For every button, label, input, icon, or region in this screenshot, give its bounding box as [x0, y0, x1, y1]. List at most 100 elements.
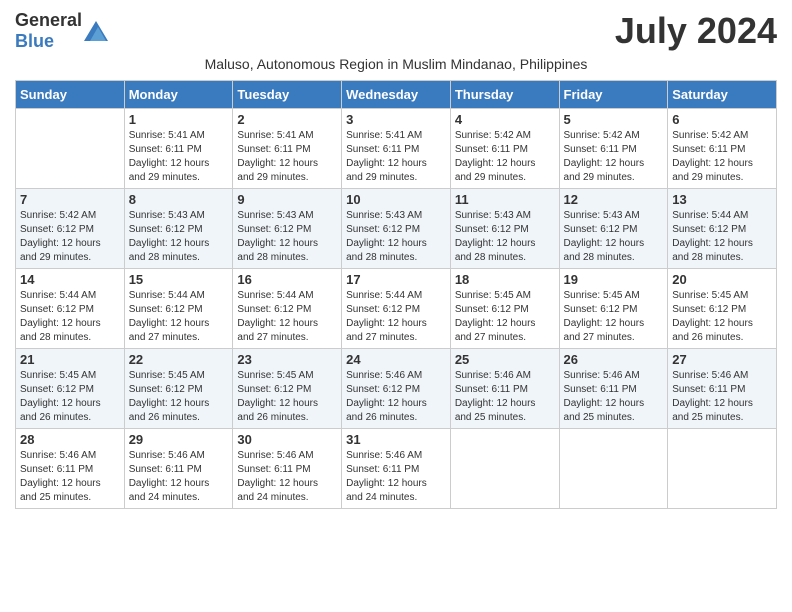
weekday-header-row: SundayMondayTuesdayWednesdayThursdayFrid… — [16, 81, 777, 109]
day-number: 20 — [672, 272, 772, 287]
calendar-cell: 9Sunrise: 5:43 AMSunset: 6:12 PMDaylight… — [233, 189, 342, 269]
day-number: 6 — [672, 112, 772, 127]
day-info: Sunrise: 5:41 AMSunset: 6:11 PMDaylight:… — [237, 129, 337, 185]
day-number: 30 — [237, 432, 337, 447]
week-row-5: 28 Sunrise: 5:46 AMSunset: 6:11 PMDayligh… — [16, 429, 777, 509]
day-info: Sunrise: 5:45 AMSunset: 6:12 PMDaylight:… — [237, 369, 337, 425]
calendar-cell: 28 Sunrise: 5:46 AMSunset: 6:11 PMDayligh… — [16, 429, 125, 509]
calendar-cell: 31Sunrise: 5:46 AMSunset: 6:11 PMDayligh… — [342, 429, 451, 509]
weekday-header-wednesday: Wednesday — [342, 81, 451, 109]
week-row-4: 21 Sunrise: 5:45 AMSunset: 6:12 PMDayligh… — [16, 349, 777, 429]
calendar-cell: 1Sunrise: 5:41 AMSunset: 6:11 PMDaylight… — [124, 109, 233, 189]
logo-text: General Blue — [15, 10, 82, 52]
calendar-cell: 6 Sunrise: 5:42 AMSunset: 6:11 PMDaylight… — [668, 109, 777, 189]
logo: General Blue — [15, 10, 108, 52]
week-row-2: 7 Sunrise: 5:42 AMSunset: 6:12 PMDaylight… — [16, 189, 777, 269]
calendar-cell: 2 Sunrise: 5:41 AMSunset: 6:11 PMDaylight… — [233, 109, 342, 189]
day-info: Sunrise: 5:46 AMSunset: 6:12 PMDaylight:… — [346, 369, 446, 425]
weekday-header-saturday: Saturday — [668, 81, 777, 109]
day-info: Sunrise: 5:41 AMSunset: 6:11 PMDaylight:… — [346, 129, 446, 185]
calendar-cell: 24 Sunrise: 5:46 AMSunset: 6:12 PMDayligh… — [342, 349, 451, 429]
calendar-cell: 17Sunrise: 5:44 AMSunset: 6:12 PMDayligh… — [342, 269, 451, 349]
calendar-cell: 13 Sunrise: 5:44 AMSunset: 6:12 PMDayligh… — [668, 189, 777, 269]
calendar-cell: 5 Sunrise: 5:42 AMSunset: 6:11 PMDaylight… — [559, 109, 668, 189]
day-info: Sunrise: 5:45 AMSunset: 6:12 PMDaylight:… — [564, 289, 664, 345]
calendar-cell: 23Sunrise: 5:45 AMSunset: 6:12 PMDayligh… — [233, 349, 342, 429]
calendar-cell: 21 Sunrise: 5:45 AMSunset: 6:12 PMDayligh… — [16, 349, 125, 429]
calendar-cell — [668, 429, 777, 509]
weekday-header-thursday: Thursday — [450, 81, 559, 109]
day-info: Sunrise: 5:46 AMSunset: 6:11 PMDaylight:… — [346, 449, 446, 505]
day-number: 26 — [564, 352, 664, 367]
day-number: 28 — [20, 432, 120, 447]
week-row-1: 1 Sunrise: 5:41 AMSunset: 6:11 PMDaylight… — [16, 109, 777, 189]
day-number: 24 — [346, 352, 446, 367]
day-number: 7 — [20, 192, 120, 207]
day-number: 29 — [129, 432, 229, 447]
header: General Blue July 2024 — [15, 10, 777, 52]
day-number: 1 — [129, 112, 229, 127]
day-number: 11 — [455, 192, 555, 207]
day-info: Sunrise: 5:45 AMSunset: 6:12 PMDaylight:… — [672, 289, 772, 345]
day-number: 2 — [237, 112, 337, 127]
day-info: Sunrise: 5:43 AMSunset: 6:12 PMDaylight:… — [346, 209, 446, 265]
weekday-header-monday: Monday — [124, 81, 233, 109]
day-number: 5 — [564, 112, 664, 127]
day-info: Sunrise: 5:45 AMSunset: 6:12 PMDaylight:… — [455, 289, 555, 345]
calendar-cell: 30 Sunrise: 5:46 AMSunset: 6:11 PMDayligh… — [233, 429, 342, 509]
calendar-cell: 20 Sunrise: 5:45 AMSunset: 6:12 PMDayligh… — [668, 269, 777, 349]
calendar-cell: 18Sunrise: 5:45 AMSunset: 6:12 PMDayligh… — [450, 269, 559, 349]
day-info: Sunrise: 5:43 AMSunset: 6:12 PMDaylight:… — [129, 209, 229, 265]
calendar-cell: 25Sunrise: 5:46 AMSunset: 6:11 PMDayligh… — [450, 349, 559, 429]
weekday-header-sunday: Sunday — [16, 81, 125, 109]
day-number: 21 — [20, 352, 120, 367]
day-info: Sunrise: 5:46 AMSunset: 6:11 PMDaylight:… — [20, 449, 120, 505]
calendar-cell — [450, 429, 559, 509]
day-number: 16 — [237, 272, 337, 287]
logo-general: General — [15, 10, 82, 30]
calendar-cell: 4 Sunrise: 5:42 AMSunset: 6:11 PMDaylight… — [450, 109, 559, 189]
day-number: 27 — [672, 352, 772, 367]
calendar-cell: 26Sunrise: 5:46 AMSunset: 6:11 PMDayligh… — [559, 349, 668, 429]
day-info: Sunrise: 5:42 AMSunset: 6:11 PMDaylight:… — [672, 129, 772, 185]
calendar-cell: 11 Sunrise: 5:43 AMSunset: 6:12 PMDayligh… — [450, 189, 559, 269]
day-info: Sunrise: 5:42 AMSunset: 6:12 PMDaylight:… — [20, 209, 120, 265]
logo-icon — [84, 21, 108, 41]
calendar-cell: 19Sunrise: 5:45 AMSunset: 6:12 PMDayligh… — [559, 269, 668, 349]
day-number: 8 — [129, 192, 229, 207]
day-number: 15 — [129, 272, 229, 287]
day-number: 10 — [346, 192, 446, 207]
day-info: Sunrise: 5:42 AMSunset: 6:11 PMDaylight:… — [455, 129, 555, 185]
day-number: 4 — [455, 112, 555, 127]
subtitle: Maluso, Autonomous Region in Muslim Mind… — [15, 56, 777, 72]
calendar-cell: 12Sunrise: 5:43 AMSunset: 6:12 PMDayligh… — [559, 189, 668, 269]
day-info: Sunrise: 5:46 AMSunset: 6:11 PMDaylight:… — [237, 449, 337, 505]
calendar-cell: 10 Sunrise: 5:43 AMSunset: 6:12 PMDayligh… — [342, 189, 451, 269]
logo-blue: Blue — [15, 31, 54, 51]
day-number: 25 — [455, 352, 555, 367]
month-title: July 2024 — [615, 10, 777, 52]
day-info: Sunrise: 5:44 AMSunset: 6:12 PMDaylight:… — [237, 289, 337, 345]
day-number: 22 — [129, 352, 229, 367]
day-info: Sunrise: 5:46 AMSunset: 6:11 PMDaylight:… — [672, 369, 772, 425]
day-number: 9 — [237, 192, 337, 207]
calendar-cell: 3 Sunrise: 5:41 AMSunset: 6:11 PMDaylight… — [342, 109, 451, 189]
weekday-header-friday: Friday — [559, 81, 668, 109]
day-info: Sunrise: 5:45 AMSunset: 6:12 PMDaylight:… — [129, 369, 229, 425]
day-info: Sunrise: 5:43 AMSunset: 6:12 PMDaylight:… — [564, 209, 664, 265]
calendar-cell: 16 Sunrise: 5:44 AMSunset: 6:12 PMDayligh… — [233, 269, 342, 349]
calendar: SundayMondayTuesdayWednesdayThursdayFrid… — [15, 80, 777, 509]
day-info: Sunrise: 5:45 AMSunset: 6:12 PMDaylight:… — [20, 369, 120, 425]
day-info: Sunrise: 5:42 AMSunset: 6:11 PMDaylight:… — [564, 129, 664, 185]
day-info: Sunrise: 5:43 AMSunset: 6:12 PMDaylight:… — [455, 209, 555, 265]
weekday-header-tuesday: Tuesday — [233, 81, 342, 109]
day-number: 17 — [346, 272, 446, 287]
day-info: Sunrise: 5:44 AMSunset: 6:12 PMDaylight:… — [672, 209, 772, 265]
day-number: 13 — [672, 192, 772, 207]
calendar-cell: 8 Sunrise: 5:43 AMSunset: 6:12 PMDaylight… — [124, 189, 233, 269]
calendar-cell — [559, 429, 668, 509]
calendar-cell: 14Sunrise: 5:44 AMSunset: 6:12 PMDayligh… — [16, 269, 125, 349]
day-number: 3 — [346, 112, 446, 127]
calendar-cell: 27 Sunrise: 5:46 AMSunset: 6:11 PMDayligh… — [668, 349, 777, 429]
calendar-cell: 29Sunrise: 5:46 AMSunset: 6:11 PMDayligh… — [124, 429, 233, 509]
